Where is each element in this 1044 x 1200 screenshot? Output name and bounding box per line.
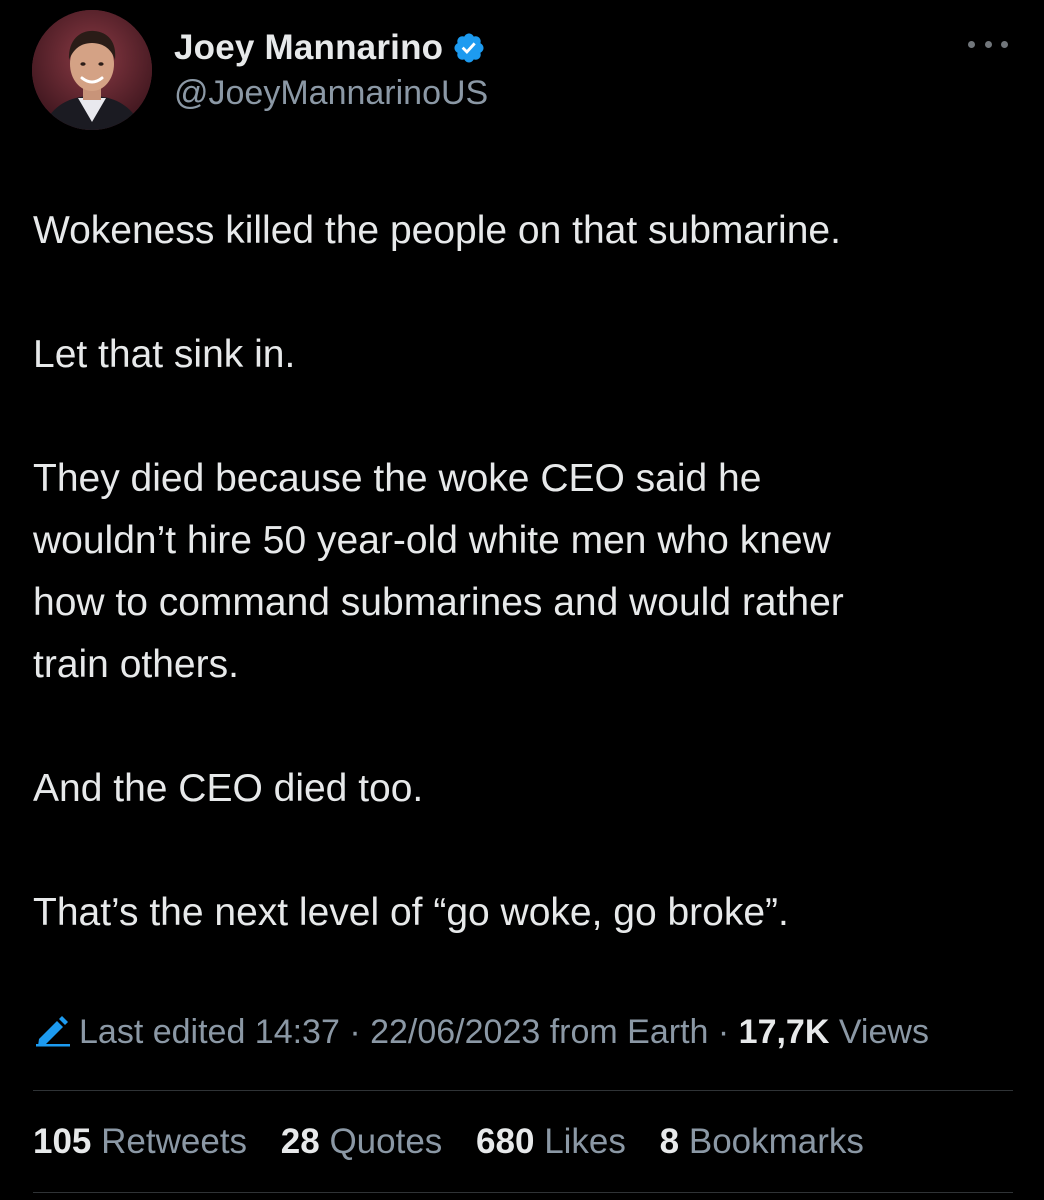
tweet-source: from Earth — [549, 1013, 709, 1051]
stat-bookmarks[interactable]: 8 Bookmarks — [660, 1118, 864, 1166]
avatar[interactable] — [32, 10, 152, 130]
stat-likes[interactable]: 680 Likes — [476, 1118, 626, 1166]
tweet-paragraph: That’s the next level of “go woke, go br… — [33, 891, 789, 934]
pencil-edit-icon — [33, 1013, 73, 1047]
divider — [33, 1090, 1013, 1091]
edited-timestamp[interactable]: Last edited 14:37 · 22/06/2023 — [79, 1013, 540, 1051]
handle[interactable]: @JoeyMannarinoUS — [174, 74, 488, 113]
author-name-row: Joey Mannarino — [174, 26, 486, 70]
stat-quotes[interactable]: 28 Quotes — [281, 1118, 443, 1166]
more-horizontal-icon[interactable] — [968, 36, 1008, 52]
views-count: 17,7K — [738, 1013, 830, 1051]
tweet-meta: Last edited 14:37 · 22/06/2023 from Eart… — [33, 1010, 1018, 1054]
tweet-paragraph: They died because the woke CEO said he w… — [33, 457, 844, 686]
views-label: Views — [838, 1013, 929, 1051]
tweet-paragraph: Let that sink in. — [33, 333, 296, 376]
divider — [33, 1192, 1013, 1193]
tweet-stats: 105 Retweets 28 Quotes 680 Likes 8 Bookm… — [33, 1118, 888, 1166]
stat-retweets[interactable]: 105 Retweets — [33, 1118, 247, 1166]
verified-badge-icon[interactable] — [452, 31, 486, 65]
tweet-paragraph: Wokeness killed the people on that subma… — [33, 209, 841, 252]
tweet: Joey Mannarino @JoeyMannarinoUS Wokeness… — [0, 0, 1044, 1200]
meta-separator: · — [717, 1013, 730, 1051]
tweet-paragraph: And the CEO died too. — [33, 767, 424, 810]
tweet-text: Wokeness killed the people on that subma… — [33, 200, 1018, 944]
display-name[interactable]: Joey Mannarino — [174, 28, 443, 68]
